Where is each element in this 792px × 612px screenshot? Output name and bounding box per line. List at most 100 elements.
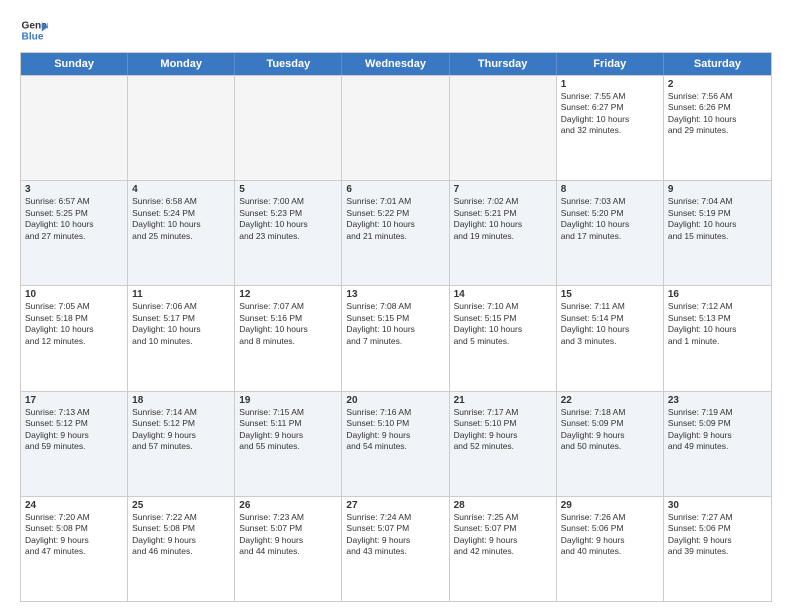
- cal-cell-3-4: 21Sunrise: 7:17 AM Sunset: 5:10 PM Dayli…: [450, 392, 557, 496]
- day-info: Sunrise: 6:57 AM Sunset: 5:25 PM Dayligh…: [25, 196, 123, 242]
- day-info: Sunrise: 7:27 AM Sunset: 5:06 PM Dayligh…: [668, 512, 767, 558]
- day-info: Sunrise: 7:04 AM Sunset: 5:19 PM Dayligh…: [668, 196, 767, 242]
- day-info: Sunrise: 7:56 AM Sunset: 6:26 PM Dayligh…: [668, 91, 767, 137]
- header-wednesday: Wednesday: [342, 53, 449, 75]
- day-number: 10: [25, 289, 123, 300]
- cal-cell-1-2: 5Sunrise: 7:00 AM Sunset: 5:23 PM Daylig…: [235, 181, 342, 285]
- day-info: Sunrise: 7:02 AM Sunset: 5:21 PM Dayligh…: [454, 196, 552, 242]
- header-saturday: Saturday: [664, 53, 771, 75]
- cal-cell-2-4: 14Sunrise: 7:10 AM Sunset: 5:15 PM Dayli…: [450, 286, 557, 390]
- day-number: 18: [132, 395, 230, 406]
- logo: General Blue: [20, 16, 48, 44]
- header-monday: Monday: [128, 53, 235, 75]
- cal-cell-2-5: 15Sunrise: 7:11 AM Sunset: 5:14 PM Dayli…: [557, 286, 664, 390]
- day-number: 27: [346, 500, 444, 511]
- cal-cell-2-6: 16Sunrise: 7:12 AM Sunset: 5:13 PM Dayli…: [664, 286, 771, 390]
- cal-cell-1-5: 8Sunrise: 7:03 AM Sunset: 5:20 PM Daylig…: [557, 181, 664, 285]
- day-number: 29: [561, 500, 659, 511]
- cal-cell-4-0: 24Sunrise: 7:20 AM Sunset: 5:08 PM Dayli…: [21, 497, 128, 601]
- day-number: 6: [346, 184, 444, 195]
- day-number: 16: [668, 289, 767, 300]
- day-info: Sunrise: 7:26 AM Sunset: 5:06 PM Dayligh…: [561, 512, 659, 558]
- day-info: Sunrise: 7:01 AM Sunset: 5:22 PM Dayligh…: [346, 196, 444, 242]
- day-info: Sunrise: 7:03 AM Sunset: 5:20 PM Dayligh…: [561, 196, 659, 242]
- day-number: 3: [25, 184, 123, 195]
- cal-row-2: 10Sunrise: 7:05 AM Sunset: 5:18 PM Dayli…: [21, 285, 771, 390]
- header-friday: Friday: [557, 53, 664, 75]
- day-info: Sunrise: 7:11 AM Sunset: 5:14 PM Dayligh…: [561, 301, 659, 347]
- header: General Blue: [20, 16, 772, 44]
- header-tuesday: Tuesday: [235, 53, 342, 75]
- cal-cell-4-1: 25Sunrise: 7:22 AM Sunset: 5:08 PM Dayli…: [128, 497, 235, 601]
- cal-cell-0-0: [21, 76, 128, 180]
- cal-cell-0-2: [235, 76, 342, 180]
- day-info: Sunrise: 7:25 AM Sunset: 5:07 PM Dayligh…: [454, 512, 552, 558]
- cal-cell-3-6: 23Sunrise: 7:19 AM Sunset: 5:09 PM Dayli…: [664, 392, 771, 496]
- day-number: 4: [132, 184, 230, 195]
- day-number: 11: [132, 289, 230, 300]
- day-number: 28: [454, 500, 552, 511]
- cal-cell-2-2: 12Sunrise: 7:07 AM Sunset: 5:16 PM Dayli…: [235, 286, 342, 390]
- day-number: 5: [239, 184, 337, 195]
- logo-icon: General Blue: [20, 16, 48, 44]
- day-info: Sunrise: 7:05 AM Sunset: 5:18 PM Dayligh…: [25, 301, 123, 347]
- day-info: Sunrise: 7:20 AM Sunset: 5:08 PM Dayligh…: [25, 512, 123, 558]
- day-number: 9: [668, 184, 767, 195]
- day-info: Sunrise: 7:19 AM Sunset: 5:09 PM Dayligh…: [668, 407, 767, 453]
- cal-cell-2-0: 10Sunrise: 7:05 AM Sunset: 5:18 PM Dayli…: [21, 286, 128, 390]
- day-number: 26: [239, 500, 337, 511]
- cal-cell-0-4: [450, 76, 557, 180]
- day-info: Sunrise: 7:18 AM Sunset: 5:09 PM Dayligh…: [561, 407, 659, 453]
- day-number: 12: [239, 289, 337, 300]
- day-number: 24: [25, 500, 123, 511]
- day-info: Sunrise: 7:15 AM Sunset: 5:11 PM Dayligh…: [239, 407, 337, 453]
- day-number: 13: [346, 289, 444, 300]
- cal-cell-0-3: [342, 76, 449, 180]
- cal-cell-0-6: 2Sunrise: 7:56 AM Sunset: 6:26 PM Daylig…: [664, 76, 771, 180]
- day-info: Sunrise: 7:14 AM Sunset: 5:12 PM Dayligh…: [132, 407, 230, 453]
- calendar: Sunday Monday Tuesday Wednesday Thursday…: [20, 52, 772, 602]
- cal-cell-1-3: 6Sunrise: 7:01 AM Sunset: 5:22 PM Daylig…: [342, 181, 449, 285]
- day-info: Sunrise: 6:58 AM Sunset: 5:24 PM Dayligh…: [132, 196, 230, 242]
- day-info: Sunrise: 7:13 AM Sunset: 5:12 PM Dayligh…: [25, 407, 123, 453]
- cal-row-1: 3Sunrise: 6:57 AM Sunset: 5:25 PM Daylig…: [21, 180, 771, 285]
- day-number: 22: [561, 395, 659, 406]
- cal-cell-3-2: 19Sunrise: 7:15 AM Sunset: 5:11 PM Dayli…: [235, 392, 342, 496]
- day-number: 2: [668, 79, 767, 90]
- day-info: Sunrise: 7:10 AM Sunset: 5:15 PM Dayligh…: [454, 301, 552, 347]
- day-number: 21: [454, 395, 552, 406]
- cal-cell-3-1: 18Sunrise: 7:14 AM Sunset: 5:12 PM Dayli…: [128, 392, 235, 496]
- cal-cell-3-3: 20Sunrise: 7:16 AM Sunset: 5:10 PM Dayli…: [342, 392, 449, 496]
- cal-row-0: 1Sunrise: 7:55 AM Sunset: 6:27 PM Daylig…: [21, 75, 771, 180]
- day-number: 30: [668, 500, 767, 511]
- day-number: 17: [25, 395, 123, 406]
- day-info: Sunrise: 7:07 AM Sunset: 5:16 PM Dayligh…: [239, 301, 337, 347]
- day-number: 8: [561, 184, 659, 195]
- day-number: 23: [668, 395, 767, 406]
- day-info: Sunrise: 7:00 AM Sunset: 5:23 PM Dayligh…: [239, 196, 337, 242]
- day-number: 19: [239, 395, 337, 406]
- calendar-header: Sunday Monday Tuesday Wednesday Thursday…: [21, 53, 771, 75]
- day-number: 14: [454, 289, 552, 300]
- day-info: Sunrise: 7:22 AM Sunset: 5:08 PM Dayligh…: [132, 512, 230, 558]
- day-info: Sunrise: 7:24 AM Sunset: 5:07 PM Dayligh…: [346, 512, 444, 558]
- day-number: 25: [132, 500, 230, 511]
- day-number: 20: [346, 395, 444, 406]
- day-info: Sunrise: 7:12 AM Sunset: 5:13 PM Dayligh…: [668, 301, 767, 347]
- day-info: Sunrise: 7:06 AM Sunset: 5:17 PM Dayligh…: [132, 301, 230, 347]
- cal-row-3: 17Sunrise: 7:13 AM Sunset: 5:12 PM Dayli…: [21, 391, 771, 496]
- cal-cell-1-6: 9Sunrise: 7:04 AM Sunset: 5:19 PM Daylig…: [664, 181, 771, 285]
- cal-cell-3-5: 22Sunrise: 7:18 AM Sunset: 5:09 PM Dayli…: [557, 392, 664, 496]
- cal-cell-0-5: 1Sunrise: 7:55 AM Sunset: 6:27 PM Daylig…: [557, 76, 664, 180]
- page: General Blue Sunday Monday Tuesday Wedne…: [0, 0, 792, 612]
- calendar-body: 1Sunrise: 7:55 AM Sunset: 6:27 PM Daylig…: [21, 75, 771, 601]
- day-info: Sunrise: 7:23 AM Sunset: 5:07 PM Dayligh…: [239, 512, 337, 558]
- cal-cell-0-1: [128, 76, 235, 180]
- cal-cell-4-5: 29Sunrise: 7:26 AM Sunset: 5:06 PM Dayli…: [557, 497, 664, 601]
- cal-cell-4-6: 30Sunrise: 7:27 AM Sunset: 5:06 PM Dayli…: [664, 497, 771, 601]
- cal-cell-1-0: 3Sunrise: 6:57 AM Sunset: 5:25 PM Daylig…: [21, 181, 128, 285]
- day-info: Sunrise: 7:16 AM Sunset: 5:10 PM Dayligh…: [346, 407, 444, 453]
- day-info: Sunrise: 7:08 AM Sunset: 5:15 PM Dayligh…: [346, 301, 444, 347]
- cal-cell-2-1: 11Sunrise: 7:06 AM Sunset: 5:17 PM Dayli…: [128, 286, 235, 390]
- cal-cell-2-3: 13Sunrise: 7:08 AM Sunset: 5:15 PM Dayli…: [342, 286, 449, 390]
